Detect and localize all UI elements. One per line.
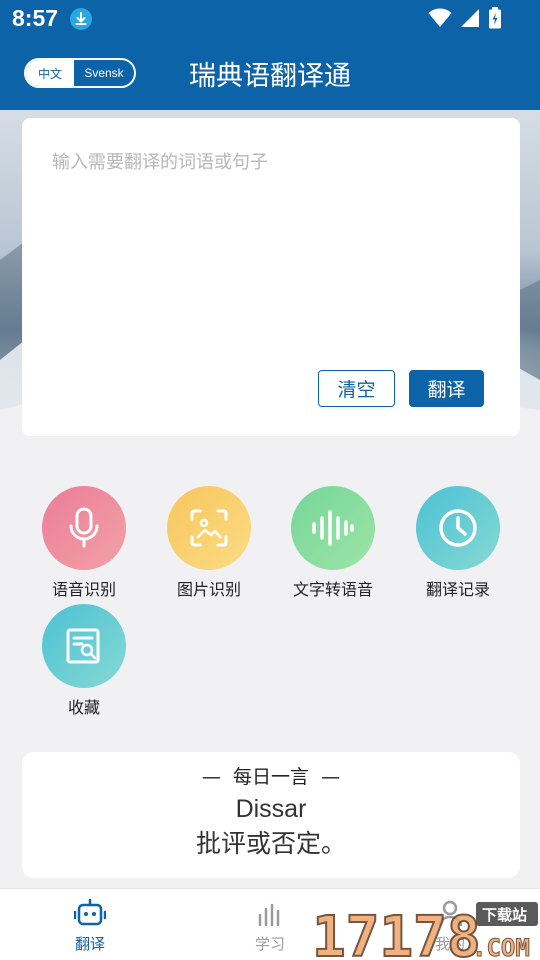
feature-label: 图片识别 xyxy=(176,580,241,599)
battery-icon xyxy=(488,7,502,33)
svg-text:下载站: 下载站 xyxy=(482,906,527,924)
translate-button[interactable]: 翻译 xyxy=(409,370,484,407)
translation-input[interactable]: 输入需要翻译的词语或句子 xyxy=(52,148,268,174)
feature-label: 语音识别 xyxy=(51,580,116,599)
bookmark-search-icon xyxy=(42,604,126,688)
sound-wave-icon xyxy=(291,486,375,570)
translation-input-card: 输入需要翻译的词语或句子 清空 翻译 xyxy=(22,118,520,436)
nav-item-translate[interactable]: 翻译 xyxy=(45,898,135,954)
wifi-icon xyxy=(428,8,452,32)
dash-left: — xyxy=(201,766,233,788)
dash-right: — xyxy=(309,766,341,788)
feature-voice-recognition[interactable]: 语音识别 xyxy=(29,486,139,600)
feature-image-recognition[interactable]: 图片识别 xyxy=(154,486,264,600)
nav-item-study[interactable]: 学习 xyxy=(225,899,315,954)
feature-label: 文字转语音 xyxy=(292,580,373,599)
app-header: 中文 Svensk 瑞典语翻译通 xyxy=(0,38,540,110)
daily-quote-card: — 每日一言 — Dissar 批评或否定。 xyxy=(22,752,520,878)
page-title: 瑞典语翻译通 xyxy=(189,61,351,92)
image-scan-icon xyxy=(167,486,251,570)
daily-quote-word: Dissar xyxy=(235,795,307,823)
bars-icon xyxy=(254,903,286,931)
clock-icon xyxy=(416,486,500,570)
feature-text-to-speech[interactable]: 文字转语音 xyxy=(278,486,388,600)
microphone-icon xyxy=(42,486,126,570)
feature-translation-history[interactable]: 翻译记录 xyxy=(403,486,513,600)
status-bar: 8:57 xyxy=(0,0,540,38)
feature-label: 翻译记录 xyxy=(425,580,490,599)
robot-icon xyxy=(73,898,107,931)
daily-quote-title: — 每日一言 — xyxy=(22,762,520,789)
status-time: 8:57 xyxy=(12,5,59,31)
svg-text:17178: 17178 xyxy=(312,905,481,960)
daily-quote-meaning: 批评或否定。 xyxy=(195,829,346,858)
clear-button[interactable]: 清空 xyxy=(318,370,395,407)
watermark-logo: 17178 下载站 .COM xyxy=(311,898,540,960)
nav-label: 翻译 xyxy=(74,935,105,953)
feature-favorites[interactable]: 收藏 xyxy=(29,604,139,718)
download-icon xyxy=(70,8,92,30)
nav-label: 学习 xyxy=(254,935,285,953)
feature-label: 收藏 xyxy=(67,698,100,717)
daily-quote-title-text: 每日一言 xyxy=(232,766,309,788)
signal-icon xyxy=(460,8,480,32)
svg-text:.COM: .COM xyxy=(472,934,530,960)
